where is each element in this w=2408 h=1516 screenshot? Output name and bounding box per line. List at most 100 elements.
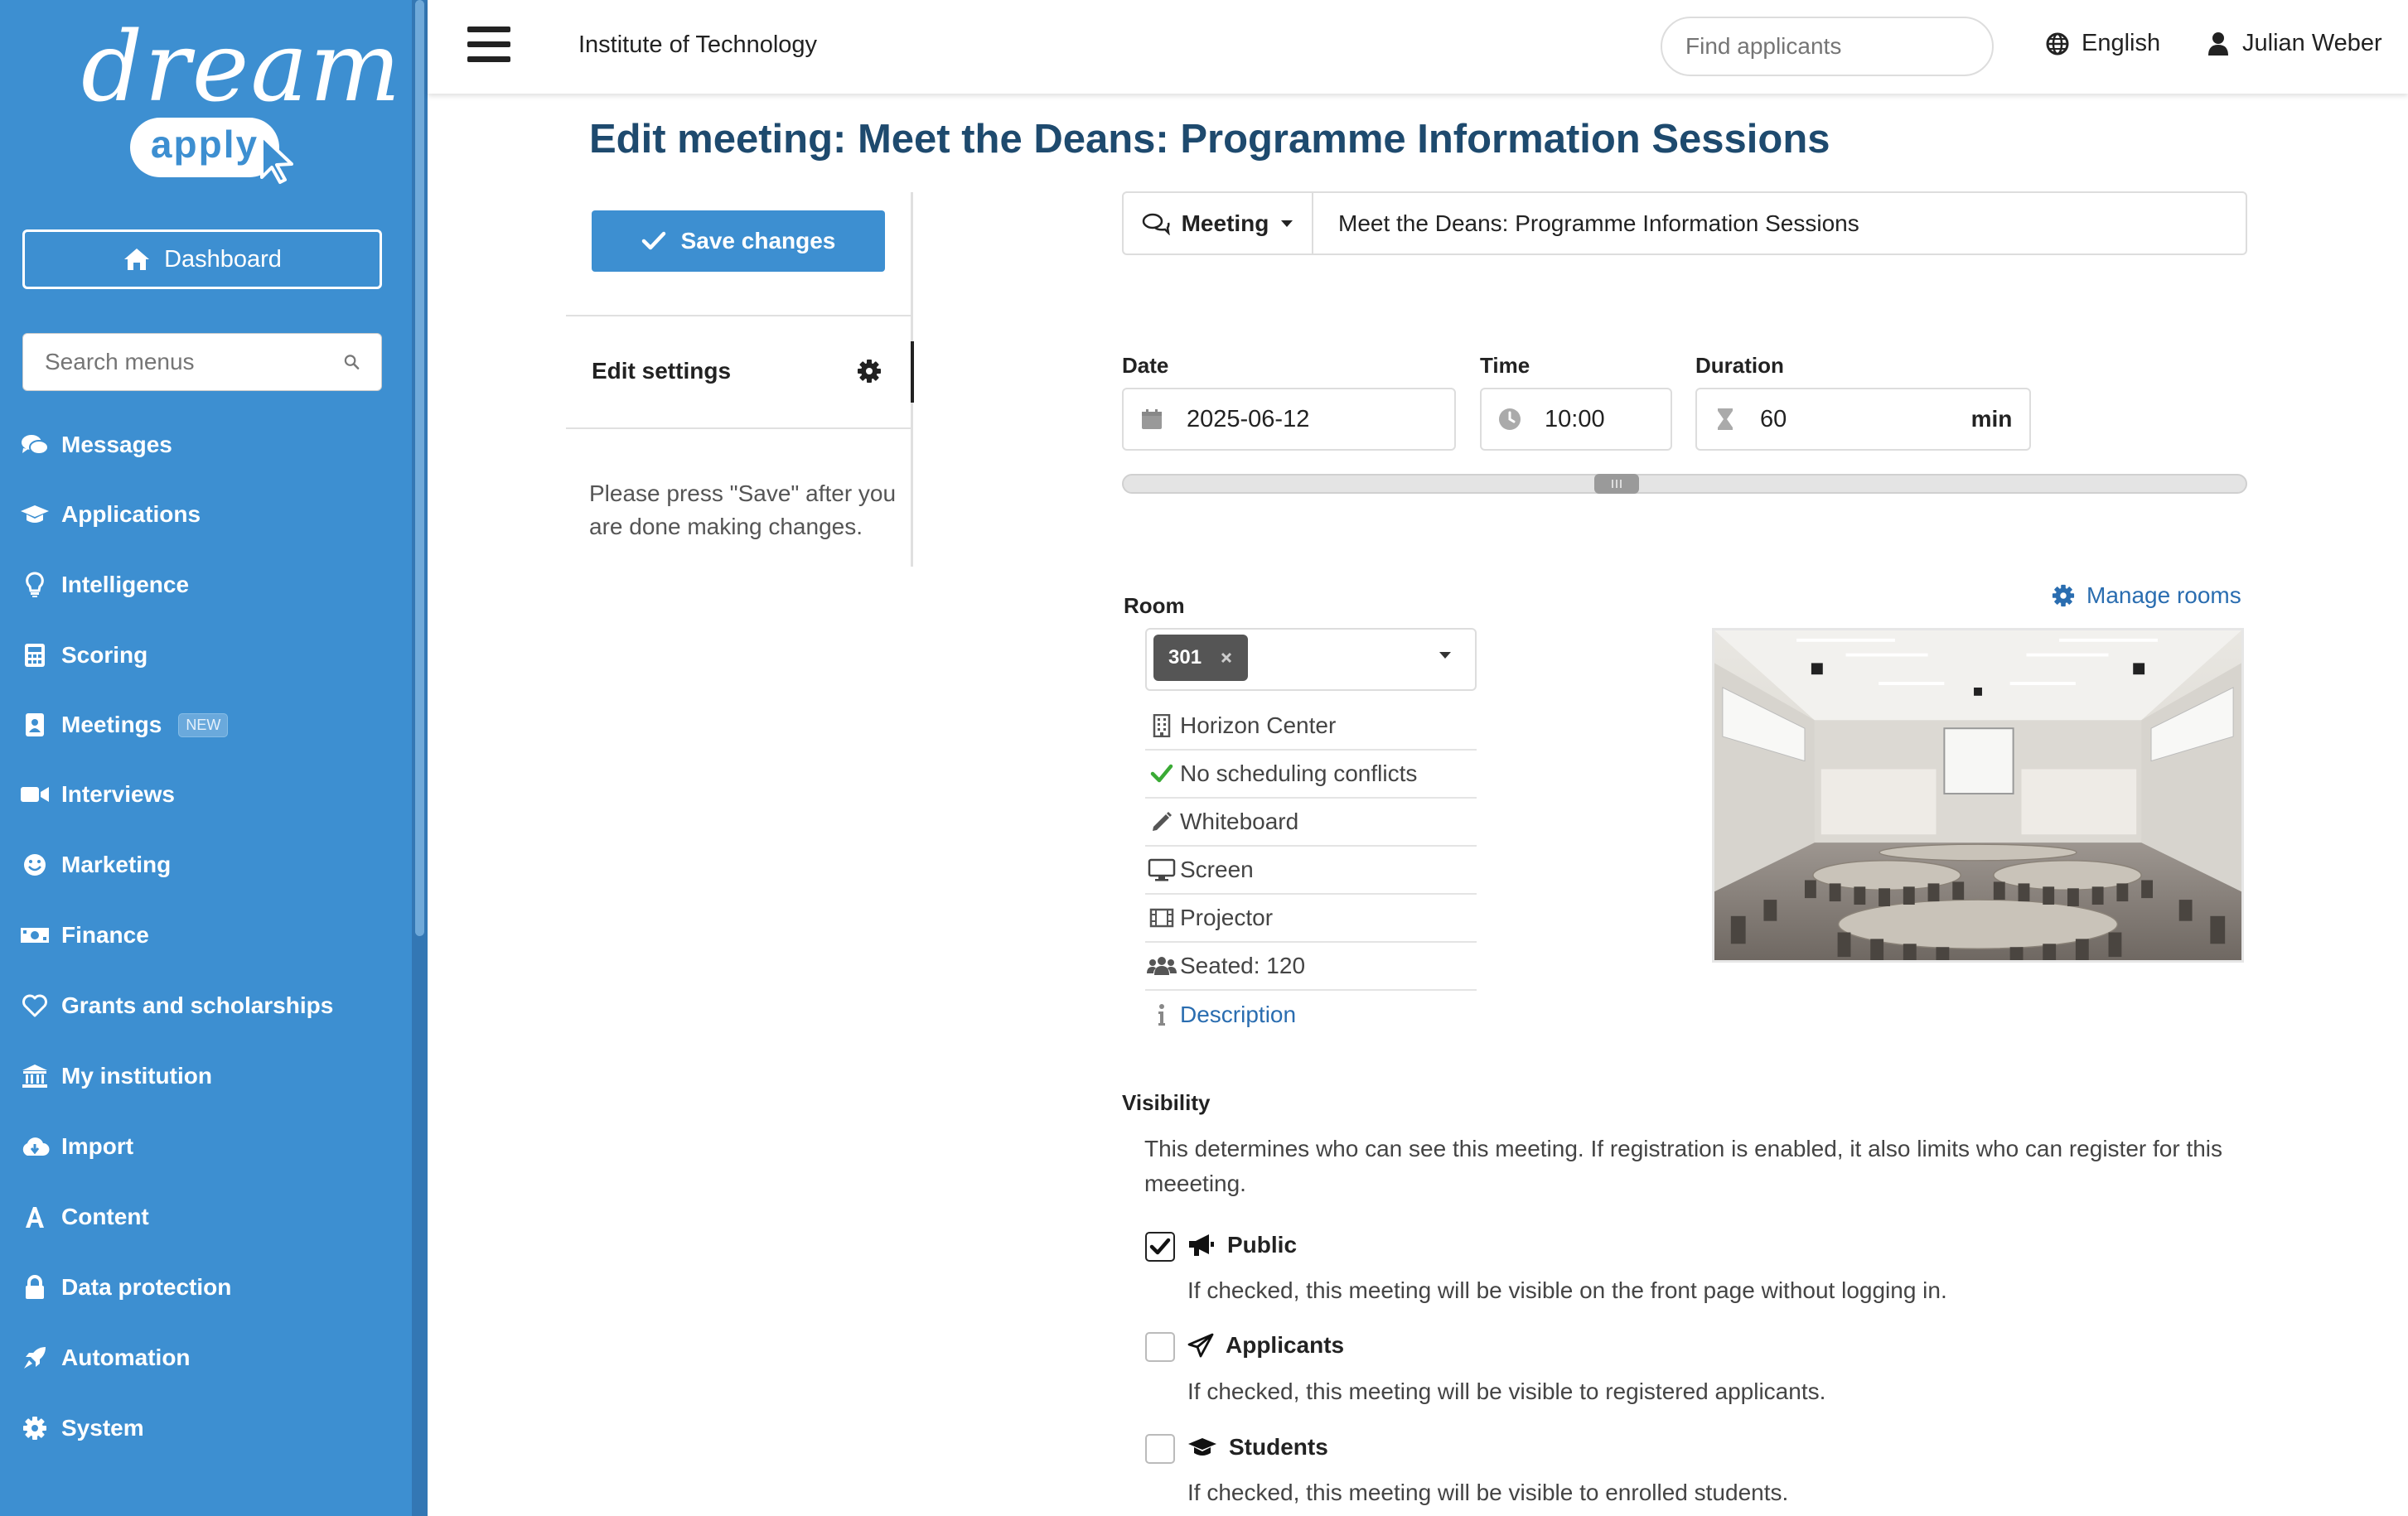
public-checkbox[interactable] bbox=[1145, 1232, 1175, 1262]
date-value: 2025-06-12 bbox=[1187, 405, 1310, 432]
sidebar-item-import[interactable]: Import bbox=[0, 1122, 412, 1171]
visibility-label: Visibility bbox=[1122, 1090, 1211, 1115]
money-icon bbox=[20, 920, 50, 950]
desktop-icon bbox=[1148, 858, 1176, 881]
sidebar-item-meetings[interactable]: Meetings NEW bbox=[0, 700, 412, 750]
menu-search-input[interactable] bbox=[45, 349, 344, 375]
students-title: Students bbox=[1229, 1434, 1328, 1460]
sidebar-item-label: Scoring bbox=[61, 642, 148, 668]
sidebar-item-interviews[interactable]: Interviews bbox=[0, 770, 412, 819]
students-option: Students bbox=[1187, 1434, 1328, 1460]
dreamapply-logo[interactable]: dream apply bbox=[0, 8, 412, 191]
students-checkbox[interactable] bbox=[1145, 1434, 1175, 1464]
video-camera-icon bbox=[20, 780, 50, 809]
duration-label: Duration bbox=[1695, 353, 1784, 378]
sidebar-item-messages[interactable]: Messages bbox=[0, 420, 412, 470]
calculator-icon bbox=[20, 640, 50, 670]
sidebar-item-label: Intelligence bbox=[61, 572, 190, 597]
check-icon bbox=[641, 231, 665, 250]
info-icon bbox=[1158, 1004, 1165, 1026]
user-menu[interactable]: Julian Weber bbox=[2207, 30, 2382, 57]
sidebar-item-my-institution[interactable]: My institution bbox=[0, 1051, 412, 1101]
time-field[interactable]: 10:00 bbox=[1480, 388, 1672, 451]
lock-icon bbox=[20, 1272, 50, 1302]
applicant-search-input[interactable] bbox=[1685, 33, 1985, 60]
public-title: Public bbox=[1227, 1232, 1298, 1258]
meeting-type-label: Meeting bbox=[1181, 210, 1269, 236]
applicants-title: Applicants bbox=[1226, 1332, 1345, 1358]
institution-icon bbox=[20, 1061, 50, 1091]
sidebar-item-automation[interactable]: Automation bbox=[0, 1333, 412, 1383]
clock-icon bbox=[1499, 408, 1521, 430]
room-property-text: Seated: 120 bbox=[1180, 953, 1306, 978]
sidebar-item-label: Messages bbox=[61, 432, 172, 457]
room-property-text: Screen bbox=[1180, 857, 1254, 882]
search-icon[interactable] bbox=[344, 350, 360, 374]
menu-toggle-icon[interactable] bbox=[467, 27, 510, 63]
globe-icon bbox=[2046, 32, 2069, 55]
applicant-search[interactable] bbox=[1661, 17, 1994, 76]
comments-icon bbox=[1142, 213, 1170, 235]
address-book-icon bbox=[20, 710, 50, 740]
graduation-cap-icon bbox=[1188, 1438, 1216, 1456]
menu-search[interactable] bbox=[22, 333, 382, 391]
sidebar-item-marketing[interactable]: Marketing bbox=[0, 840, 412, 890]
divider bbox=[566, 315, 912, 316]
checkmark-icon bbox=[1149, 1238, 1171, 1255]
sidebar-item-applications[interactable]: Applications bbox=[0, 490, 412, 539]
save-button-label: Save changes bbox=[680, 228, 836, 253]
dashboard-label: Dashboard bbox=[164, 245, 282, 273]
remove-icon[interactable] bbox=[1220, 651, 1233, 664]
manage-rooms-link[interactable]: Manage rooms bbox=[2052, 582, 2241, 609]
sidebar-item-intelligence[interactable]: Intelligence bbox=[0, 560, 412, 610]
sidebar-item-data-protection[interactable]: Data protection bbox=[0, 1263, 412, 1312]
sidebar-item-label: My institution bbox=[61, 1063, 212, 1089]
caret-down-icon bbox=[1281, 220, 1293, 227]
meeting-type-dropdown[interactable]: Meeting bbox=[1124, 193, 1313, 253]
description-link[interactable]: Description bbox=[1180, 1002, 1296, 1028]
sidebar-item-content[interactable]: Content bbox=[0, 1192, 412, 1242]
users-icon bbox=[1147, 957, 1177, 975]
room-label: Room bbox=[1124, 593, 1185, 618]
dashboard-button[interactable]: Dashboard bbox=[22, 229, 382, 289]
sidebar-item-label: Automation bbox=[61, 1345, 191, 1370]
date-field[interactable]: 2025-06-12 bbox=[1122, 388, 1456, 451]
sidebar-item-scoring[interactable]: Scoring bbox=[0, 630, 412, 680]
caret-down-icon[interactable] bbox=[1439, 651, 1452, 659]
calendar-icon bbox=[1142, 409, 1162, 429]
applicants-checkbox[interactable] bbox=[1145, 1332, 1175, 1362]
public-description: If checked, this meeting will be visible… bbox=[1187, 1277, 1947, 1303]
comments-icon bbox=[20, 430, 50, 460]
gear-icon bbox=[20, 1413, 50, 1443]
sidebar-item-finance[interactable]: Finance bbox=[0, 910, 412, 960]
divider bbox=[566, 427, 912, 429]
sidebar-item-label: Finance bbox=[61, 922, 149, 948]
sidebar-item-label: Meetings bbox=[61, 712, 162, 737]
institution-name[interactable]: Institute of Technology bbox=[578, 31, 817, 59]
slider-handle[interactable] bbox=[1594, 474, 1639, 494]
building-icon bbox=[1153, 714, 1171, 737]
room-photo bbox=[1712, 628, 2244, 963]
tab-edit-settings[interactable]: Edit settings bbox=[592, 358, 731, 384]
font-icon bbox=[20, 1202, 50, 1232]
sidebar-item-label: Data protection bbox=[61, 1274, 232, 1300]
rocket-icon bbox=[20, 1343, 50, 1373]
topbar: Institute of Technology English Julian W… bbox=[428, 0, 2408, 94]
time-range-slider[interactable] bbox=[1122, 474, 2247, 494]
logo-wordmark: dream bbox=[81, 12, 403, 123]
gear-icon[interactable] bbox=[857, 359, 882, 384]
duration-field[interactable]: 60 bbox=[1695, 388, 1956, 451]
room-property: Seated: 120 bbox=[1145, 943, 1477, 991]
sidebar-item-grants[interactable]: Grants and scholarships bbox=[0, 981, 412, 1031]
home-icon bbox=[124, 249, 150, 270]
room-property-text: No scheduling conflicts bbox=[1180, 760, 1418, 786]
language-selector[interactable]: English bbox=[2045, 30, 2160, 57]
sidebar-scrollbar-thumb[interactable] bbox=[415, 0, 424, 936]
bullhorn-icon bbox=[1189, 1234, 1214, 1256]
applicants-description: If checked, this meeting will be visible… bbox=[1187, 1378, 1826, 1404]
sidebar-item-label: Applications bbox=[61, 501, 201, 527]
sidebar-item-system[interactable]: System bbox=[0, 1403, 412, 1453]
duration-unit: min bbox=[1954, 388, 2031, 451]
meeting-name-input[interactable]: Meet the Deans: Programme Information Se… bbox=[1313, 193, 2246, 253]
save-button[interactable]: Save changes bbox=[592, 210, 885, 272]
